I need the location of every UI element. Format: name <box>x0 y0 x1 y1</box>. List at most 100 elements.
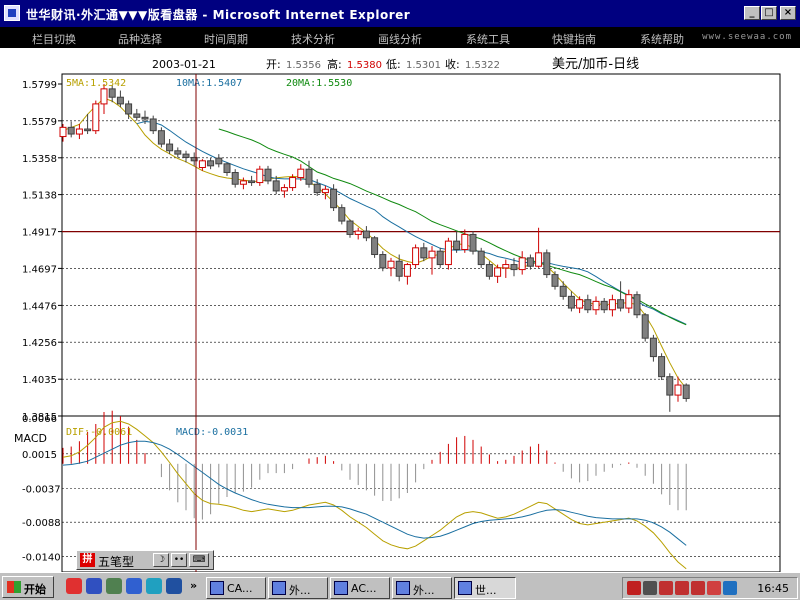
candle-body <box>617 299 625 309</box>
low-label: 低: <box>386 58 401 71</box>
site-url[interactable]: www.seewaa.com <box>702 32 792 42</box>
close-button[interactable]: × <box>780 6 796 20</box>
menu-drawing-analysis[interactable]: 画线分析 <box>378 31 422 47</box>
menu-system-help[interactable]: 系统帮助 <box>640 31 684 47</box>
system-tray: 16:45 <box>622 577 798 599</box>
half-width-icon[interactable]: ☽ <box>153 553 169 567</box>
candle-body <box>633 294 641 316</box>
quicklaunch-media-icon[interactable] <box>146 578 162 594</box>
menu-technical-analysis[interactable]: 技术分析 <box>291 31 335 47</box>
task-button[interactable]: AC... <box>330 577 390 599</box>
candle-body <box>67 126 75 135</box>
candle-body <box>239 180 247 185</box>
quicklaunch-ie-icon[interactable] <box>66 578 82 594</box>
start-button[interactable]: 开始 <box>2 576 54 598</box>
candle-body <box>346 220 354 235</box>
candle-body <box>551 274 559 287</box>
candle-body <box>600 300 608 311</box>
task-button-active[interactable]: 世... <box>454 577 516 599</box>
chart-area[interactable]: 2003-01-21 开: 1.5356 高: 1.5380 低: 1.5301… <box>0 48 800 572</box>
macd-panel-frame <box>61 415 781 572</box>
quicklaunch-more-icon[interactable]: » <box>190 579 197 592</box>
macd-legend: MACD:-0.0031 <box>176 427 248 438</box>
candle-body <box>469 233 477 252</box>
ime-toolbar[interactable]: 拼 五笔型 ☽ •• ⌨ <box>76 550 214 570</box>
task-app-icon <box>458 581 472 595</box>
ime-logo-icon[interactable]: 拼 <box>80 553 95 567</box>
candle-body <box>84 128 92 132</box>
tray-app-icon[interactable] <box>707 581 721 595</box>
y-tick-label: 1.4476 <box>22 301 57 312</box>
clock[interactable]: 16:45 <box>757 582 789 595</box>
candle-body <box>354 230 362 235</box>
candle-body <box>518 257 526 271</box>
y-tick-label: 1.5358 <box>22 154 57 165</box>
start-label: 开始 <box>24 583 46 596</box>
tray-app-icon[interactable] <box>659 581 673 595</box>
windows-logo-icon <box>7 581 21 593</box>
candle-body <box>592 300 600 311</box>
candle-body <box>428 250 436 259</box>
tray-app-icon[interactable] <box>691 581 705 595</box>
candlesticks <box>59 84 690 412</box>
macd-histogram <box>62 410 687 520</box>
tray-app-icon[interactable] <box>675 581 689 595</box>
candle-body <box>362 230 370 239</box>
candle-body <box>436 250 444 266</box>
ie-icon <box>4 5 20 21</box>
quicklaunch-app-icon[interactable] <box>126 578 142 594</box>
task-app-icon <box>334 581 348 595</box>
candle-body <box>108 88 116 98</box>
candle-body <box>379 254 387 269</box>
menu-time-period[interactable]: 时间周期 <box>204 31 248 47</box>
high-label: 高: <box>327 57 342 71</box>
candle-body <box>133 113 141 118</box>
task-app-icon <box>272 581 286 595</box>
candle-body <box>256 168 264 184</box>
ma5-legend: 5MA:1.5342 <box>66 78 126 89</box>
tray-app-icon[interactable] <box>627 581 641 595</box>
candle-body <box>116 96 124 105</box>
window-title: 世华财讯·外汇通▼▼▼版看盘器 - Microsoft Internet Exp… <box>26 8 411 22</box>
punctuation-icon[interactable]: •• <box>171 553 187 567</box>
price-axis: 1.5799 1.5579 1.5358 1.5138 1.4917 1.4697 1.44… <box>22 80 62 423</box>
quicklaunch-outlook-icon[interactable] <box>86 578 102 594</box>
menu-column-switch[interactable]: 栏目切换 <box>32 31 76 47</box>
tray-network-icon[interactable] <box>643 581 657 595</box>
task-button[interactable]: 外... <box>268 577 328 599</box>
candle-body <box>674 384 682 396</box>
tray-volume-icon[interactable] <box>723 581 737 595</box>
macd-tick-label: 0.0015 <box>22 450 57 461</box>
close-value: 1.5322 <box>465 60 500 71</box>
candle-body <box>215 157 223 165</box>
quicklaunch-browser-icon[interactable] <box>166 578 182 594</box>
menu-system-tools[interactable]: 系统工具 <box>466 31 510 47</box>
candle-body <box>141 116 149 120</box>
candle-body <box>157 130 165 145</box>
minimize-button[interactable]: _ <box>744 6 760 20</box>
candle-body <box>641 314 649 339</box>
y-tick-label: 1.5579 <box>22 117 57 128</box>
candle-body <box>182 153 190 158</box>
candle-body <box>625 294 633 309</box>
candle-body <box>420 247 428 259</box>
quicklaunch-desktop-icon[interactable] <box>106 578 122 594</box>
open-label: 开: <box>266 58 281 71</box>
candle-body <box>584 299 592 311</box>
ime-name[interactable]: 五笔型 <box>98 553 134 570</box>
candle-body <box>395 260 403 277</box>
soft-keyboard-icon[interactable]: ⌨ <box>189 553 209 567</box>
candle-body <box>264 168 272 182</box>
candle-body <box>313 183 321 194</box>
candle-body <box>444 240 452 266</box>
task-button[interactable]: CA... <box>206 577 266 599</box>
menu-shortcut-guide[interactable]: 快键指南 <box>552 31 596 47</box>
ma-line-10ma <box>136 120 687 325</box>
maximize-button[interactable]: □ <box>761 6 777 20</box>
menu-instrument-select[interactable]: 品种选择 <box>118 31 162 47</box>
macd-tick-label: -0.0140 <box>22 553 61 564</box>
low-value: 1.5301 <box>406 60 441 71</box>
candle-body <box>198 160 206 169</box>
task-button[interactable]: 外... <box>392 577 452 599</box>
menu-bar: 栏目切换 品种选择 时间周期 技术分析 画线分析 系统工具 快键指南 系统帮助 … <box>0 27 800 48</box>
